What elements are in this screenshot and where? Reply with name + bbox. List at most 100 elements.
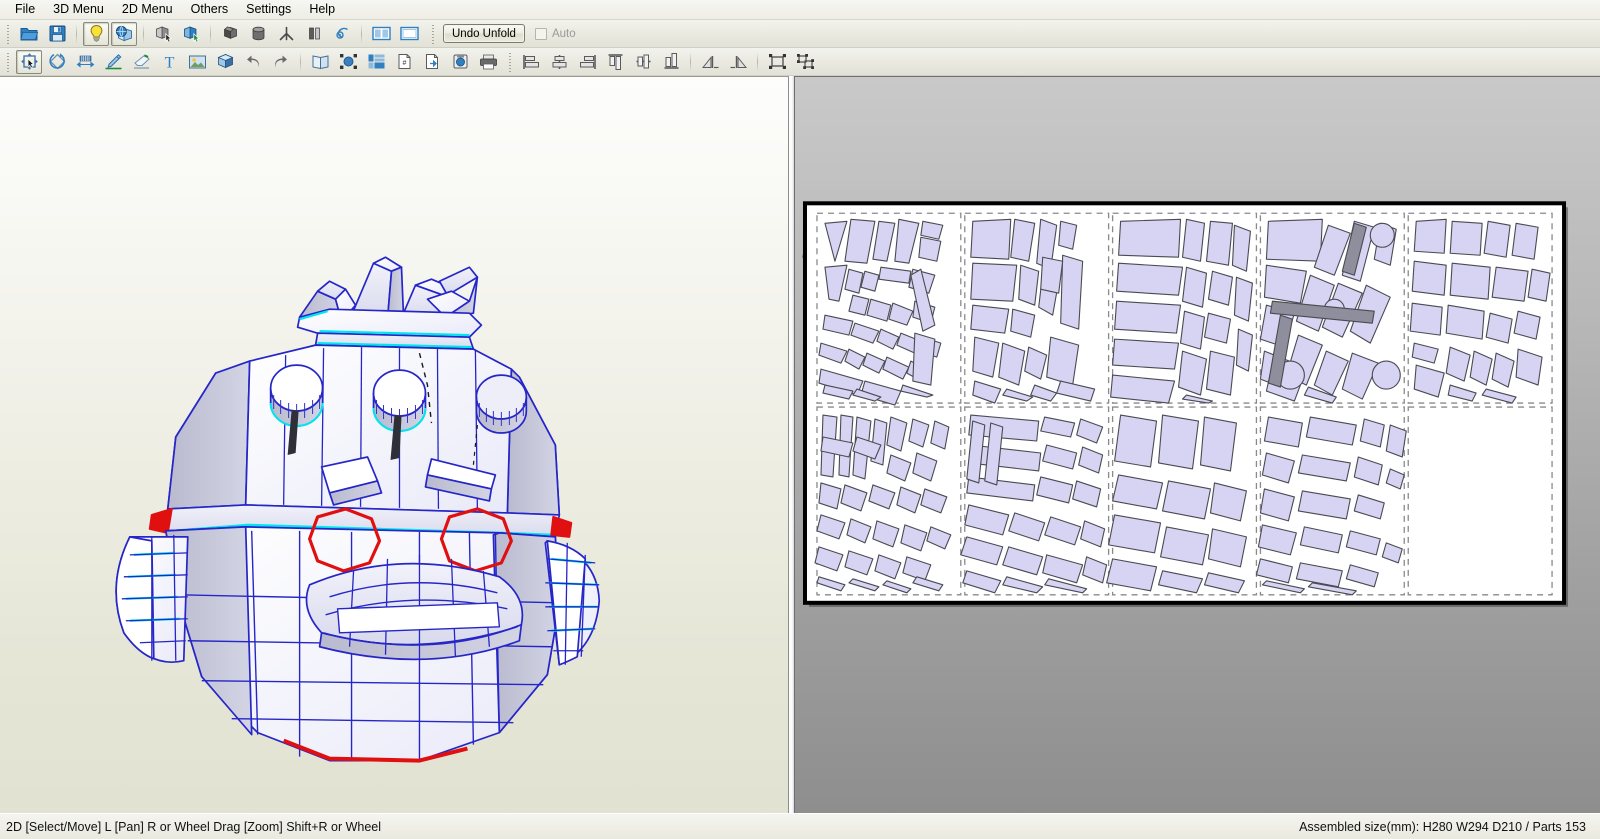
cube-button[interactable] xyxy=(212,50,238,74)
align-bottom-button[interactable] xyxy=(658,50,684,74)
flat-fold-icon xyxy=(308,27,320,40)
printer-icon xyxy=(479,54,497,69)
single-view-button[interactable] xyxy=(396,22,422,46)
menu-item-file[interactable]: File xyxy=(6,0,44,19)
auto-checkbox-label: Auto xyxy=(551,27,576,40)
menu-bar: File 3D Menu 2D Menu Others Settings Hel… xyxy=(0,0,1600,20)
undo-button[interactable] xyxy=(240,50,266,74)
align-left-icon xyxy=(522,54,539,69)
scale-measure-icon xyxy=(76,55,94,68)
export-page-icon xyxy=(425,54,438,69)
save-floppy-icon xyxy=(49,25,65,42)
select-part-icon xyxy=(183,26,200,42)
page-layout-button[interactable] xyxy=(363,50,389,74)
page-number-icon: # xyxy=(398,54,410,69)
align-right-icon xyxy=(579,54,596,69)
menu-item-others[interactable]: Others xyxy=(182,0,238,19)
group-parts-button[interactable] xyxy=(764,50,790,74)
2d-unfold-viewport[interactable] xyxy=(794,76,1600,813)
toolbar-separator xyxy=(757,51,758,72)
align-bottom-icon xyxy=(664,53,678,69)
pepakura-window: File 3D Menu 2D Menu Others Settings Hel… xyxy=(0,0,1600,839)
undo-arrow-icon xyxy=(247,55,259,67)
ungroup-parts-button[interactable] xyxy=(792,50,818,74)
open-folder-button[interactable] xyxy=(16,22,42,46)
camera-icon xyxy=(453,54,467,69)
status-bar: 2D [Select/Move] L [Pan] R or Wheel Drag… xyxy=(0,813,1600,839)
align-middle-v-button[interactable] xyxy=(630,50,656,74)
single-view-icon xyxy=(399,26,419,41)
align-center-h-button[interactable] xyxy=(546,50,572,74)
cylinder-icon xyxy=(252,26,264,41)
page-layout-icon xyxy=(368,54,384,69)
erase-line-button[interactable] xyxy=(128,50,154,74)
image-tool-icon xyxy=(188,55,206,68)
scale-measure-button[interactable] xyxy=(72,50,98,74)
2d-unfold-render xyxy=(802,201,1569,607)
menu-item-2d-menu[interactable]: 2D Menu xyxy=(113,0,182,19)
cube-icon xyxy=(216,53,234,69)
toolbar-separator xyxy=(210,23,211,44)
print-button[interactable] xyxy=(475,50,501,74)
add-text-button[interactable]: T xyxy=(156,50,182,74)
toolbar-grip[interactable] xyxy=(6,50,11,73)
auto-checkbox-group[interactable]: Auto xyxy=(534,27,576,40)
rotate-part-button[interactable] xyxy=(44,50,70,74)
page-parts-4 xyxy=(1259,218,1401,404)
align-left-button[interactable] xyxy=(518,50,544,74)
flip-horizontal-button[interactable] xyxy=(697,50,723,74)
status-assembled-info: Assembled size(mm): H280 W294 D210 / Par… xyxy=(1299,819,1586,834)
join-face-button[interactable] xyxy=(217,22,243,46)
redo-button[interactable] xyxy=(268,50,294,74)
toolbar-separator xyxy=(300,51,301,72)
text-tool-icon: T xyxy=(164,55,174,71)
align-top-button[interactable] xyxy=(602,50,628,74)
toolbar-separator xyxy=(76,23,77,44)
texture-toggle-button[interactable] xyxy=(111,21,137,46)
3d-model-viewport[interactable] xyxy=(0,76,789,813)
select-move-button[interactable] xyxy=(16,49,42,74)
unfold-button[interactable] xyxy=(307,50,333,74)
open-edge-button[interactable] xyxy=(273,22,299,46)
mirror-button[interactable] xyxy=(329,22,355,46)
save-button[interactable] xyxy=(44,22,70,46)
capture-button[interactable] xyxy=(447,50,473,74)
export-button[interactable] xyxy=(419,50,445,74)
cylinder-button[interactable] xyxy=(245,22,271,46)
open-folder-icon xyxy=(19,28,38,41)
open-edge-icon xyxy=(279,26,293,41)
auto-layout-button[interactable] xyxy=(335,50,361,74)
svg-text:#: # xyxy=(402,60,406,67)
toolbar-separator xyxy=(143,23,144,44)
align-right-button[interactable] xyxy=(574,50,600,74)
toolbar-grip[interactable] xyxy=(431,22,436,45)
select-part-button[interactable] xyxy=(178,22,204,46)
flip-vertical-button[interactable] xyxy=(725,50,751,74)
svg-text:T: T xyxy=(164,55,174,71)
undo-unfold-button[interactable]: Undo Unfold xyxy=(443,24,525,43)
main-split-area xyxy=(0,76,1600,813)
split-view-button[interactable] xyxy=(368,22,394,46)
select-face-button[interactable] xyxy=(150,22,176,46)
redo-arrow-icon xyxy=(275,55,287,67)
toolbar-grip[interactable] xyxy=(6,22,11,45)
join-face-icon xyxy=(223,26,237,39)
texture-globe-box-icon xyxy=(115,25,132,42)
menu-item-settings[interactable]: Settings xyxy=(237,0,300,19)
toolbar-separator xyxy=(690,51,691,72)
add-image-button[interactable] xyxy=(184,50,210,74)
auto-checkbox[interactable] xyxy=(534,27,547,40)
flip-vertical-icon xyxy=(730,55,747,68)
lighting-toggle-button[interactable] xyxy=(83,21,109,46)
edit-line-button[interactable] xyxy=(100,50,126,74)
ungroup-parts-icon xyxy=(796,54,814,69)
menu-item-help[interactable]: Help xyxy=(300,0,344,19)
select-move-icon xyxy=(20,53,38,70)
toolbar-grip[interactable] xyxy=(508,50,513,73)
toolbar-row-1: Undo Unfold Auto xyxy=(0,20,1600,48)
menu-item-3d-menu[interactable]: 3D Menu xyxy=(44,0,113,19)
page-setup-button[interactable]: # xyxy=(391,50,417,74)
rotate-part-icon xyxy=(48,53,65,70)
flat-fold-button[interactable] xyxy=(301,22,327,46)
lightbulb-icon xyxy=(90,24,102,42)
